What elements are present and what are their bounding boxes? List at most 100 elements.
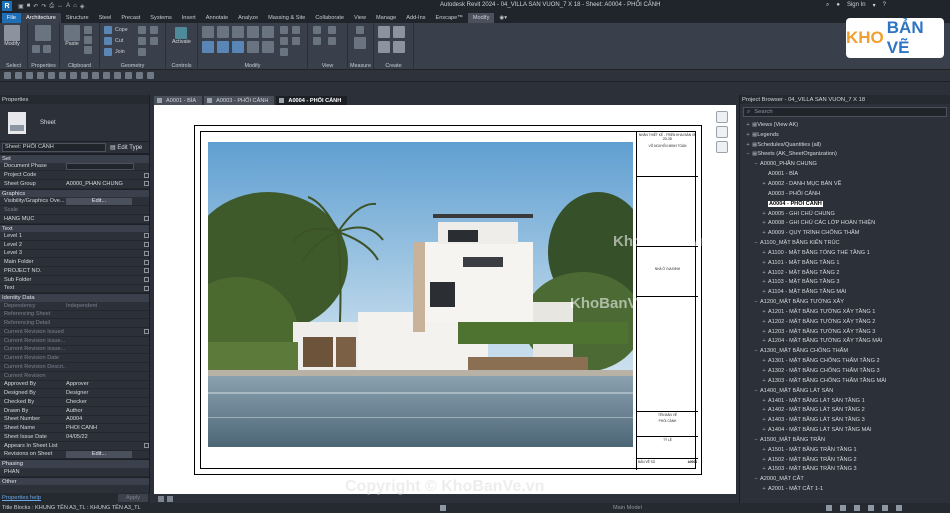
dimension-icon[interactable]: [354, 37, 366, 49]
text-small-icon[interactable]: [92, 72, 99, 79]
unpin-icon[interactable]: [280, 37, 288, 45]
expand-icon[interactable]: +: [760, 181, 768, 187]
browser-category[interactable]: + ▦ Legends: [740, 130, 950, 140]
open-file-icon[interactable]: [4, 72, 11, 79]
redo-icon[interactable]: ↷: [41, 3, 46, 10]
tab-insert[interactable]: Insert: [177, 13, 201, 23]
print-small-icon[interactable]: [59, 72, 66, 79]
tab-architecture[interactable]: Architecture: [21, 13, 61, 23]
expand-icon[interactable]: +: [760, 398, 768, 404]
expand-icon[interactable]: +: [760, 457, 768, 463]
thin-lines-icon[interactable]: [125, 72, 132, 79]
undo-small-icon[interactable]: [37, 72, 44, 79]
property-row[interactable]: PROJECT NO.: [0, 267, 149, 276]
browser-sheet-item[interactable]: + A1204 - MẶT BẰNG TƯỜNG XÂY TẦNG MÁI: [740, 337, 950, 347]
open-icon[interactable]: ▣: [18, 3, 24, 10]
browser-sheet-item[interactable]: + A1401 - MẶT BẰNG LÁT SÀN TẦNG 1: [740, 396, 950, 406]
browser-search-input[interactable]: ⌕ Search: [743, 107, 947, 117]
edit-type-button[interactable]: ▤ Edit Type: [110, 144, 142, 151]
demolish-icon[interactable]: [138, 48, 146, 56]
hide-icon[interactable]: [313, 26, 321, 34]
browser-category[interactable]: + ▦ Views (View AK): [740, 120, 950, 130]
modify-button[interactable]: Modify: [4, 25, 20, 47]
mirror-axis-icon[interactable]: [232, 26, 244, 38]
trim-icon[interactable]: [247, 41, 259, 53]
property-row[interactable]: Scale: [0, 206, 149, 215]
property-row[interactable]: Sheet Number A0004: [0, 416, 149, 425]
expand-icon[interactable]: +: [744, 122, 752, 128]
array-icon[interactable]: [262, 41, 274, 53]
browser-sheet-item[interactable]: + A1104 - MẶT BẰNG TẦNG MÁI: [740, 287, 950, 297]
select-links-icon[interactable]: [840, 505, 846, 511]
expand-icon[interactable]: +: [760, 378, 768, 384]
property-row[interactable]: Current Revision Issue...: [0, 346, 149, 355]
property-checkbox[interactable]: [144, 285, 149, 291]
worksharing-icon[interactable]: [440, 505, 446, 511]
tab-add-ins[interactable]: Add-Ins: [401, 13, 430, 23]
split-icon[interactable]: [262, 26, 274, 38]
section-small-icon[interactable]: [114, 72, 121, 79]
property-checkbox[interactable]: [144, 268, 149, 274]
property-row[interactable]: Sheet Issue Date 04/05/22: [0, 433, 149, 442]
browser-sheet-item[interactable]: + A1103 - MẶT BẰNG TẦNG 3: [740, 278, 950, 288]
expand-icon[interactable]: +: [760, 329, 768, 335]
property-row[interactable]: Appears In Sheet List: [0, 442, 149, 451]
browser-sheet-item[interactable]: + A0008 - GHI CHÚ CÁC LỚP HOÀN THIỆN: [740, 218, 950, 228]
view-tab-a0001[interactable]: A0001 - BÌA: [154, 96, 203, 105]
property-row[interactable]: Current Revision Date: [0, 354, 149, 363]
phasing-row[interactable]: PHẦN: [0, 468, 149, 477]
expand-icon[interactable]: +: [760, 427, 768, 433]
sections-icon[interactable]: ◈: [80, 3, 85, 10]
trim-extend-icon[interactable]: [292, 37, 300, 45]
collapse-icon[interactable]: −: [752, 299, 760, 305]
browser-sheet-item[interactable]: A0004 - PHỐI CẢNH: [740, 199, 950, 209]
browser-sheet-item[interactable]: + A1203 - MẶT BẰNG TƯỜNG XÂY TẦNG 3: [740, 327, 950, 337]
offset-icon[interactable]: [217, 26, 229, 38]
property-row[interactable]: Main Folder: [0, 258, 149, 267]
property-row[interactable]: Sub Folder: [0, 276, 149, 285]
browser-sheet-item[interactable]: + A1503 - MẶT BẰNG TRẦN TẦNG 3: [740, 465, 950, 475]
browser-group[interactable]: − A1100_MẶT BẰNG KIẾN TRÚC: [740, 238, 950, 248]
expand-icon[interactable]: +: [760, 211, 768, 217]
tab-massing-site[interactable]: Massing & Site: [263, 13, 310, 23]
collapse-icon[interactable]: −: [752, 388, 760, 394]
property-checkbox[interactable]: [144, 277, 149, 283]
properties-button[interactable]: [35, 25, 51, 41]
browser-sheet-item[interactable]: + A1201 - MẶT BẰNG TƯỜNG XÂY TẦNG 1: [740, 307, 950, 317]
tab-systems[interactable]: Systems: [145, 13, 176, 23]
cart-icon[interactable]: ▾: [873, 2, 876, 9]
expand-icon[interactable]: +: [744, 132, 752, 138]
split-face-icon[interactable]: [138, 26, 146, 34]
property-checkbox[interactable]: [144, 233, 149, 239]
collapse-icon[interactable]: −: [752, 437, 760, 443]
linework-icon[interactable]: [328, 26, 336, 34]
expand-icon[interactable]: +: [760, 309, 768, 315]
property-field[interactable]: [66, 162, 134, 170]
type-selector[interactable]: Sheet: [0, 104, 149, 142]
property-checkbox[interactable]: [144, 242, 149, 248]
filter-icon[interactable]: [826, 505, 832, 511]
tab-precast[interactable]: Precast: [116, 13, 145, 23]
view-tab-a0003[interactable]: A0003 - PHỐI CẢNH: [204, 96, 275, 105]
property-checkbox[interactable]: [144, 181, 149, 187]
section-text[interactable]: Text: [0, 223, 149, 232]
tab-steel[interactable]: Steel: [94, 13, 117, 23]
expand-icon[interactable]: +: [760, 289, 768, 295]
browser-sheet-item[interactable]: + A1403 - MẶT BẰNG LÁT SÀN TẦNG 3: [740, 415, 950, 425]
property-row[interactable]: Current Revision Issue...: [0, 337, 149, 346]
collapse-icon[interactable]: −: [752, 161, 760, 167]
edit-button[interactable]: Edit...: [66, 450, 132, 458]
edit-button[interactable]: Edit...: [66, 197, 132, 205]
browser-sheet-item[interactable]: A0003 - PHỐI CẢNH: [740, 189, 950, 199]
properties-help-link[interactable]: Properties help: [2, 495, 41, 501]
property-row[interactable]: Level 1: [0, 232, 149, 241]
browser-sheet-item[interactable]: + A1202 - MẶT BẰNG TƯỜNG XÂY TẦNG 2: [740, 317, 950, 327]
copy-icon[interactable]: [84, 26, 92, 34]
tab-enscape[interactable]: Enscape™: [431, 13, 468, 23]
undo-icon[interactable]: ↶: [33, 3, 38, 10]
property-row[interactable]: Drawn By Author: [0, 407, 149, 416]
expand-icon[interactable]: +: [760, 358, 768, 364]
expand-icon[interactable]: +: [760, 466, 768, 472]
browser-category[interactable]: + ▦ Schedules/Quantities (all): [740, 140, 950, 150]
property-row[interactable]: Current Revision: [0, 372, 149, 381]
